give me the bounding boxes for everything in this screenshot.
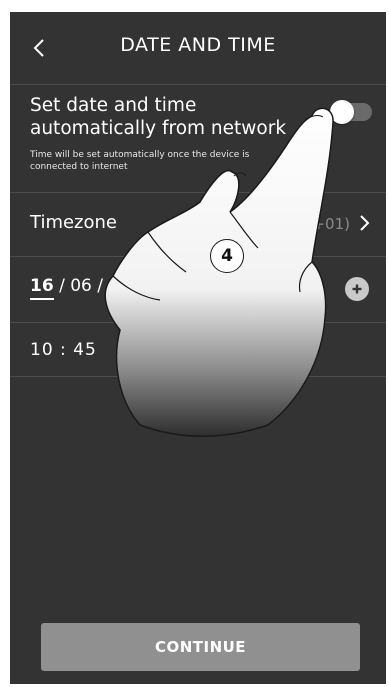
header: DATE AND TIME bbox=[10, 12, 386, 84]
plus-circle-icon bbox=[352, 284, 362, 294]
minus-circle-icon bbox=[305, 287, 313, 291]
step-marker: 4 bbox=[210, 239, 244, 273]
time-value[interactable]: 10 : 45 bbox=[30, 340, 97, 360]
date-month-year[interactable]: 06 / 2021 bbox=[70, 276, 151, 296]
date-row: 16 / 06 / 2021 bbox=[10, 260, 386, 318]
increment-button[interactable] bbox=[345, 277, 369, 301]
auto-datetime-note: Time will be set automatically once the … bbox=[30, 150, 250, 172]
divider bbox=[10, 256, 386, 257]
chevron-right-icon bbox=[360, 215, 370, 231]
date-day-field[interactable]: 16 bbox=[30, 276, 54, 300]
continue-button[interactable]: CONTINUE bbox=[41, 623, 360, 671]
divider bbox=[10, 376, 386, 377]
auto-datetime-title: Set date and time automatically from net… bbox=[30, 95, 287, 139]
date-display: 16 / 06 / 2021 bbox=[30, 276, 152, 300]
timezone-label: Timezone bbox=[30, 212, 117, 233]
auto-datetime-toggle[interactable] bbox=[330, 100, 372, 124]
date-separator: / bbox=[53, 276, 71, 296]
date-time-screen: DATE AND TIME Set date and time automati… bbox=[10, 12, 386, 684]
toggle-knob bbox=[330, 100, 354, 124]
divider bbox=[10, 84, 386, 85]
timezone-row[interactable]: Timezone (GMT +01) bbox=[10, 192, 386, 256]
page-title: DATE AND TIME bbox=[120, 34, 276, 56]
decrement-button[interactable] bbox=[297, 277, 321, 301]
time-row: 10 : 45 bbox=[10, 330, 386, 378]
divider bbox=[10, 322, 386, 323]
timezone-value: (GMT +01) bbox=[268, 215, 350, 233]
